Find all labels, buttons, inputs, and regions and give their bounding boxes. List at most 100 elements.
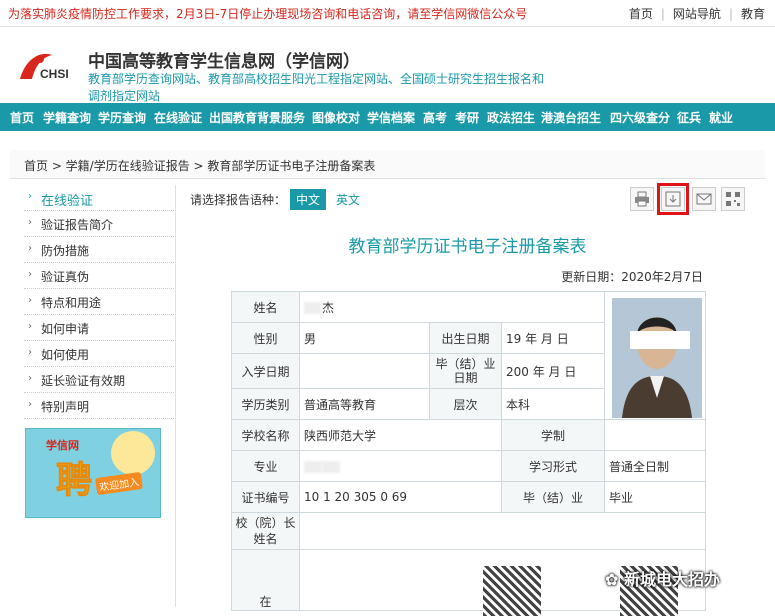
sidebar-divider (175, 185, 176, 607)
site-subtitle: 教育部学历查询网站、教育部高校招生阳光工程指定网站、全国硕士研究生招生报名和调剂… (88, 72, 545, 103)
chevron-right-icon: › (28, 295, 32, 306)
top-link-sitemap[interactable]: 网站导航 (673, 7, 721, 21)
nav-verify[interactable]: 在线验证 (154, 109, 202, 126)
sidebar-item-extend[interactable]: › 延长验证有效期 (24, 367, 174, 393)
nav-cet[interactable]: 四六级查分 (610, 109, 670, 126)
value-level: 本科 (501, 388, 605, 420)
label-grad-date: 毕（结）业日期 (429, 353, 502, 389)
chevron-right-icon: › (28, 243, 32, 254)
value-name-text: 杰 (322, 300, 335, 315)
chevron-right-icon: › (28, 269, 32, 280)
face-redaction (630, 331, 690, 349)
sidebar-item-anticounterfeit[interactable]: › 防伪措施 (24, 237, 174, 263)
language-label: 请选择报告语种： (190, 193, 287, 207)
sidebar-item-check[interactable]: › 验证真伪 (24, 263, 174, 289)
label-level: 层次 (429, 388, 502, 420)
chevron-right-icon: › (28, 191, 32, 202)
sidebar-item-label: 如何申请 (41, 322, 90, 336)
sidebar-item-features[interactable]: › 特点和用途 (24, 289, 174, 315)
label-principal: 校（院）长姓名 (231, 512, 300, 550)
print-button[interactable] (630, 187, 654, 211)
top-links: 首页 | 网站导航 | 教育 (628, 7, 765, 21)
label-school: 学校名称 (231, 419, 300, 451)
site-header: CHSI 中国高等教育学生信息网（学信网） 教育部学历查询网站、教育部高校招生阳… (0, 27, 775, 103)
value-edu-type: 普通高等教育 (299, 388, 430, 420)
lang-english[interactable]: 英文 (330, 189, 366, 210)
label-major: 专业 (231, 450, 300, 482)
nav-jiuye[interactable]: 就业 (709, 109, 733, 126)
main-nav: 首页 学籍查询 学历查询 在线验证 出国教育背景服务 图像校对 学信档案 高考 … (0, 103, 775, 131)
value-birth: 19 年 月 日 (501, 322, 605, 354)
value-duration (604, 419, 706, 451)
nav-abroad[interactable]: 出国教育背景服务 (209, 109, 305, 126)
nav-xueli[interactable]: 学历查询 (98, 109, 146, 126)
chevron-right-icon: › (28, 373, 32, 384)
label-gender: 性别 (231, 322, 300, 354)
sidebar: › 在线验证 › 验证报告简介 › 防伪措施 › 验证真伪 › 特点和用途 › 如何申请 ›… (24, 185, 174, 419)
sidebar-item-statement[interactable]: › 特别声明 (24, 393, 174, 419)
chevron-right-icon: › (28, 217, 32, 228)
notice-text: 为落实肺炎疫情防控工作要求，2月3日-7日停止办理现场咨询和电话咨询，请至学信网… (8, 7, 528, 21)
sidebar-item-online-verify[interactable]: › 在线验证 (24, 185, 174, 211)
document-title: 教育部学历证书电子注册备案表 (348, 237, 587, 257)
nav-zhengfa[interactable]: 政法招生 (487, 109, 535, 126)
breadcrumb: 首页 > 学籍/学历在线验证报告 > 教育部学历证书电子注册备案表 (10, 150, 765, 179)
banner-decoration (111, 431, 155, 475)
download-button[interactable] (657, 183, 689, 215)
nav-gaokao[interactable]: 高考 (423, 109, 447, 126)
breadcrumb-text[interactable]: 首页 > 学籍/学历在线验证报告 > 教育部学历证书电子注册备案表 (24, 157, 375, 174)
download-icon (665, 191, 681, 207)
nav-photo[interactable]: 图像校对 (312, 109, 360, 126)
qrcode-image (483, 566, 541, 616)
wechat-icon: ✿ (605, 570, 624, 589)
sidebar-item-label: 如何使用 (41, 348, 90, 362)
recruit-banner[interactable]: 学信网 聘 欢迎加入 (25, 428, 161, 518)
logo-text: CHSI (40, 67, 69, 81)
chevron-right-icon: › (28, 399, 32, 410)
sidebar-item-apply[interactable]: › 如何申请 (24, 315, 174, 341)
value-grad-date: 200 年 月 日 (501, 353, 605, 389)
label-duration: 学制 (501, 419, 605, 451)
banner-big-text: 聘 (55, 459, 93, 502)
value-cert-no: 10 1 20 305 0 69 (299, 481, 502, 513)
qrcode-button[interactable] (721, 187, 745, 211)
sidebar-item-label: 在线验证 (41, 194, 94, 209)
sidebar-item-intro[interactable]: › 验证报告简介 (24, 211, 174, 237)
mail-icon (696, 193, 712, 205)
nav-home[interactable]: 首页 (10, 109, 34, 126)
chevron-right-icon: › (28, 347, 32, 358)
redaction (304, 302, 322, 314)
top-link-home[interactable]: 首页 (629, 7, 653, 21)
nav-gangao[interactable]: 港澳台招生 (541, 109, 601, 126)
watermark-text: 新城电大招办 (623, 570, 720, 589)
value-enroll (299, 353, 430, 389)
nav-kaoyan[interactable]: 考研 (455, 109, 479, 126)
value-gender: 男 (299, 322, 430, 354)
value-major (299, 450, 502, 482)
watermark: ✿ 新城电大招办 (605, 566, 720, 590)
nav-xueji[interactable]: 学籍查询 (43, 109, 91, 126)
sidebar-item-use[interactable]: › 如何使用 (24, 341, 174, 367)
redaction (304, 460, 322, 473)
photo-cell (604, 291, 706, 420)
label-enroll: 入学日期 (231, 353, 300, 389)
top-link-edu[interactable]: 教育 (741, 7, 765, 21)
qrcode-icon (726, 192, 740, 206)
value-name: 杰 (299, 291, 605, 323)
sidebar-item-label: 验证报告简介 (41, 218, 114, 232)
notice-bar: 为落实肺炎疫情防控工作要求，2月3日-7日停止办理现场咨询和电话咨询，请至学信网… (0, 0, 775, 27)
nav-zhengbing[interactable]: 征兵 (677, 109, 701, 126)
label-name: 姓名 (231, 291, 300, 323)
redaction (322, 460, 340, 473)
sidebar-item-label: 防伪措施 (41, 244, 90, 258)
student-photo (612, 298, 702, 418)
nav-archive[interactable]: 学信档案 (367, 109, 415, 126)
language-selector: 请选择报告语种： 中文 英文 (190, 189, 366, 210)
label-edu-type: 学历类别 (231, 388, 300, 420)
record-table: 姓名 杰 性别 男 出生日期 19 年 月 日 入学日期 毕（结）业日期 200… (231, 291, 706, 611)
sidebar-item-label: 验证真伪 (41, 270, 90, 284)
value-principal (299, 512, 706, 550)
mail-button[interactable] (692, 187, 716, 211)
lang-chinese[interactable]: 中文 (290, 189, 327, 210)
label-study-form: 学习形式 (501, 450, 605, 482)
